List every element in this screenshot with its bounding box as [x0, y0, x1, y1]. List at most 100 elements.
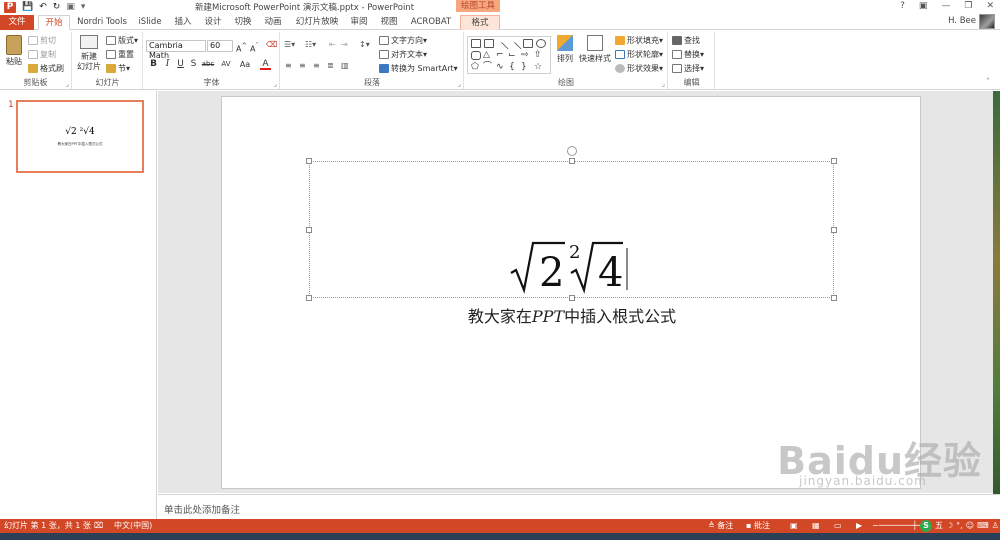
tab-review[interactable]: 审阅 [346, 15, 372, 30]
align-right-icon[interactable]: ≡ [313, 61, 320, 71]
cut-button[interactable]: 剪切 [28, 36, 56, 46]
new-slide-button[interactable]: 新建 幻灯片 [75, 35, 103, 72]
person-icon[interactable]: ♙ [992, 519, 999, 533]
equation-textbox[interactable]: 2 2 4 [306, 146, 837, 301]
input-method-icon[interactable]: S [920, 520, 932, 532]
elbow-connector-icon[interactable]: ⌐ [496, 50, 504, 60]
tab-insert[interactable]: 插入 [170, 15, 196, 30]
numbering-icon[interactable]: ☷▾ [305, 40, 316, 50]
zoom-slider[interactable]: −───────┼─ [872, 519, 922, 533]
resize-handle-sw[interactable] [306, 295, 312, 301]
bold-button[interactable]: B [148, 59, 159, 70]
slide-caption[interactable]: 教大家在PPT中插入根式公式 [222, 303, 922, 327]
resize-handle-n[interactable] [569, 158, 575, 164]
slide-sorter-icon[interactable]: ▦ [812, 519, 820, 533]
dialog-launcher-icon[interactable]: ⌟ [66, 80, 69, 88]
reset-button[interactable]: 重置 [106, 50, 134, 60]
replace-button[interactable]: 替换▾ [672, 50, 704, 60]
tab-home[interactable]: 开始 [38, 15, 70, 30]
freeform-shape-icon[interactable]: ⌒ [483, 62, 492, 72]
shadow-button[interactable]: S [188, 59, 199, 70]
shrink-font-button[interactable]: Aˇ [250, 41, 259, 55]
notes-toggle[interactable]: ≜ 备注 [708, 519, 733, 533]
rounded-rect-shape-icon[interactable] [471, 51, 481, 60]
shape-fill-button[interactable]: 形状填充▾ [615, 36, 663, 46]
rectangle-shape-icon[interactable] [523, 39, 533, 48]
text-direction-button[interactable]: 文字方向▾ [379, 36, 427, 46]
slide-thumbnail[interactable]: √2 ²√4 教大家在PPT中插入根式公式 [16, 100, 144, 173]
triangle-shape-icon[interactable]: △ [483, 50, 490, 60]
collapse-ribbon-icon[interactable]: ˄ [986, 77, 990, 86]
shapes-gallery[interactable]: △ ⌐ ⌙ ⇨ ⇧ ⬠ ⌒ ∿ { } ☆ [467, 36, 551, 74]
ime-mode-icon[interactable]: 五 [935, 519, 943, 533]
avatar[interactable] [979, 14, 995, 29]
tab-nordri-tools[interactable]: Nordri Tools [74, 15, 130, 30]
shape-outline-button[interactable]: 形状轮廓▾ [615, 50, 663, 60]
brace-right-shape-icon[interactable]: } [521, 62, 527, 72]
format-painter-button[interactable]: 格式刷 [28, 64, 64, 74]
keyboard-icon[interactable]: ⌨ [977, 519, 989, 533]
underline-button[interactable]: U [175, 59, 186, 70]
curve-shape-icon[interactable]: ∿ [496, 62, 504, 72]
shape-effects-button[interactable]: 形状效果▾ [615, 64, 663, 74]
decrease-indent-icon[interactable]: ⇤ [329, 40, 336, 50]
star-shape-icon[interactable]: ☆ [534, 62, 542, 72]
close-icon[interactable]: ✕ [986, 1, 994, 11]
right-arrow-shape-icon[interactable]: ⇨ [521, 50, 529, 60]
align-left-icon[interactable]: ≡ [285, 61, 292, 71]
pentagon-shape-icon[interactable]: ⬠ [471, 62, 479, 72]
redo-icon[interactable]: ↻ [53, 2, 61, 13]
resize-handle-ne[interactable] [831, 158, 837, 164]
reading-view-icon[interactable]: ▭ [834, 519, 842, 533]
resize-handle-w[interactable] [306, 227, 312, 233]
tab-design[interactable]: 设计 [200, 15, 226, 30]
textbox-shape-icon[interactable] [471, 39, 481, 48]
connector-shape-icon[interactable]: ⌙ [508, 50, 516, 60]
line-spacing-icon[interactable]: ↕▾ [359, 40, 370, 50]
paste-button[interactable]: 粘贴 [3, 35, 25, 67]
dialog-launcher-icon[interactable]: ⌟ [662, 80, 665, 88]
smiley-icon[interactable]: ☺ [966, 519, 974, 533]
notes-pane[interactable]: 单击此处添加备注 [158, 494, 1000, 519]
quick-styles-button[interactable]: 快速样式 [578, 35, 612, 64]
font-size-combo[interactable]: 60 [207, 40, 233, 52]
up-arrow-shape-icon[interactable]: ⇧ [534, 50, 542, 60]
dialog-launcher-icon[interactable]: ⌟ [274, 80, 277, 88]
increase-indent-icon[interactable]: ⇥ [341, 40, 348, 50]
strikethrough-button[interactable]: abc [200, 59, 216, 70]
find-button[interactable]: 查找 [672, 36, 700, 46]
qat-customize-icon[interactable]: ▾ [81, 2, 86, 13]
punct-icon[interactable]: °, [956, 519, 963, 533]
align-text-button[interactable]: 对齐文本▾ [379, 50, 427, 60]
tab-slideshow[interactable]: 幻灯片放映 [292, 15, 342, 30]
columns-icon[interactable]: ▥ [341, 61, 349, 71]
tab-format[interactable]: 格式 [460, 15, 500, 30]
rotate-handle[interactable] [567, 146, 577, 156]
comments-toggle[interactable]: ▪ 批注 [746, 519, 770, 533]
justify-icon[interactable]: ≣ [327, 61, 334, 71]
resize-handle-e[interactable] [831, 227, 837, 233]
textbox-vertical-shape-icon[interactable] [484, 39, 494, 48]
grow-font-button[interactable]: A^ [236, 41, 247, 55]
resize-handle-nw[interactable] [306, 158, 312, 164]
copy-button[interactable]: 复制 [28, 50, 56, 60]
language-status[interactable]: 中文(中国) [114, 519, 152, 533]
resize-handle-s[interactable] [569, 295, 575, 301]
moon-icon[interactable]: ☽ [946, 519, 953, 533]
smartart-button[interactable]: 转换为 SmartArt▾ [379, 64, 458, 74]
brace-left-shape-icon[interactable]: { [509, 62, 515, 72]
font-name-combo[interactable]: Cambria Math [146, 40, 206, 60]
undo-icon[interactable]: ↶ [39, 2, 47, 13]
tab-transitions[interactable]: 切换 [230, 15, 256, 30]
clear-format-icon[interactable]: ⌫ [266, 40, 277, 50]
tab-animations[interactable]: 动画 [260, 15, 286, 30]
restore-icon[interactable]: ❐ [964, 1, 972, 11]
arrange-button[interactable]: 排列 [553, 35, 577, 64]
section-button[interactable]: 节▾ [106, 64, 130, 74]
radical-formula[interactable]: 2 2 4 [310, 238, 833, 294]
save-icon[interactable]: 💾 [22, 2, 33, 13]
help-icon[interactable]: ? [900, 1, 905, 11]
bullets-icon[interactable]: ☰▾ [284, 40, 295, 50]
tab-acrobat[interactable]: ACROBAT [408, 15, 454, 30]
change-case-button[interactable]: Aa [238, 59, 252, 70]
